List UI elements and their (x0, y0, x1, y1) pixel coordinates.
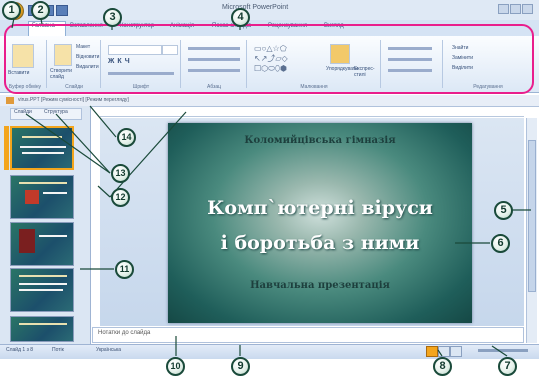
callout-5: 5 (494, 201, 513, 220)
leader-13b (55, 113, 111, 174)
leader-12a (109, 111, 187, 198)
leader-12b (97, 185, 111, 198)
callout-13: 13 (111, 164, 130, 183)
callout-1: 1 (2, 1, 21, 20)
callout-leaders (11, 13, 531, 357)
callout-8: 8 (433, 357, 452, 376)
leader-8 (437, 349, 443, 357)
callout-6: 6 (491, 234, 510, 253)
leader-14 (89, 105, 117, 138)
callout-12: 12 (111, 188, 130, 207)
callout-3: 3 (103, 8, 122, 27)
leader-13a (25, 113, 111, 174)
callout-14: 14 (117, 128, 136, 147)
leader-7 (491, 345, 508, 357)
callout-7: 7 (498, 357, 517, 376)
callout-10: 10 (166, 357, 185, 376)
callout-11: 11 (115, 260, 134, 279)
callout-2: 2 (31, 1, 50, 20)
callout-4: 4 (231, 8, 250, 27)
callout-9: 9 (231, 357, 250, 376)
